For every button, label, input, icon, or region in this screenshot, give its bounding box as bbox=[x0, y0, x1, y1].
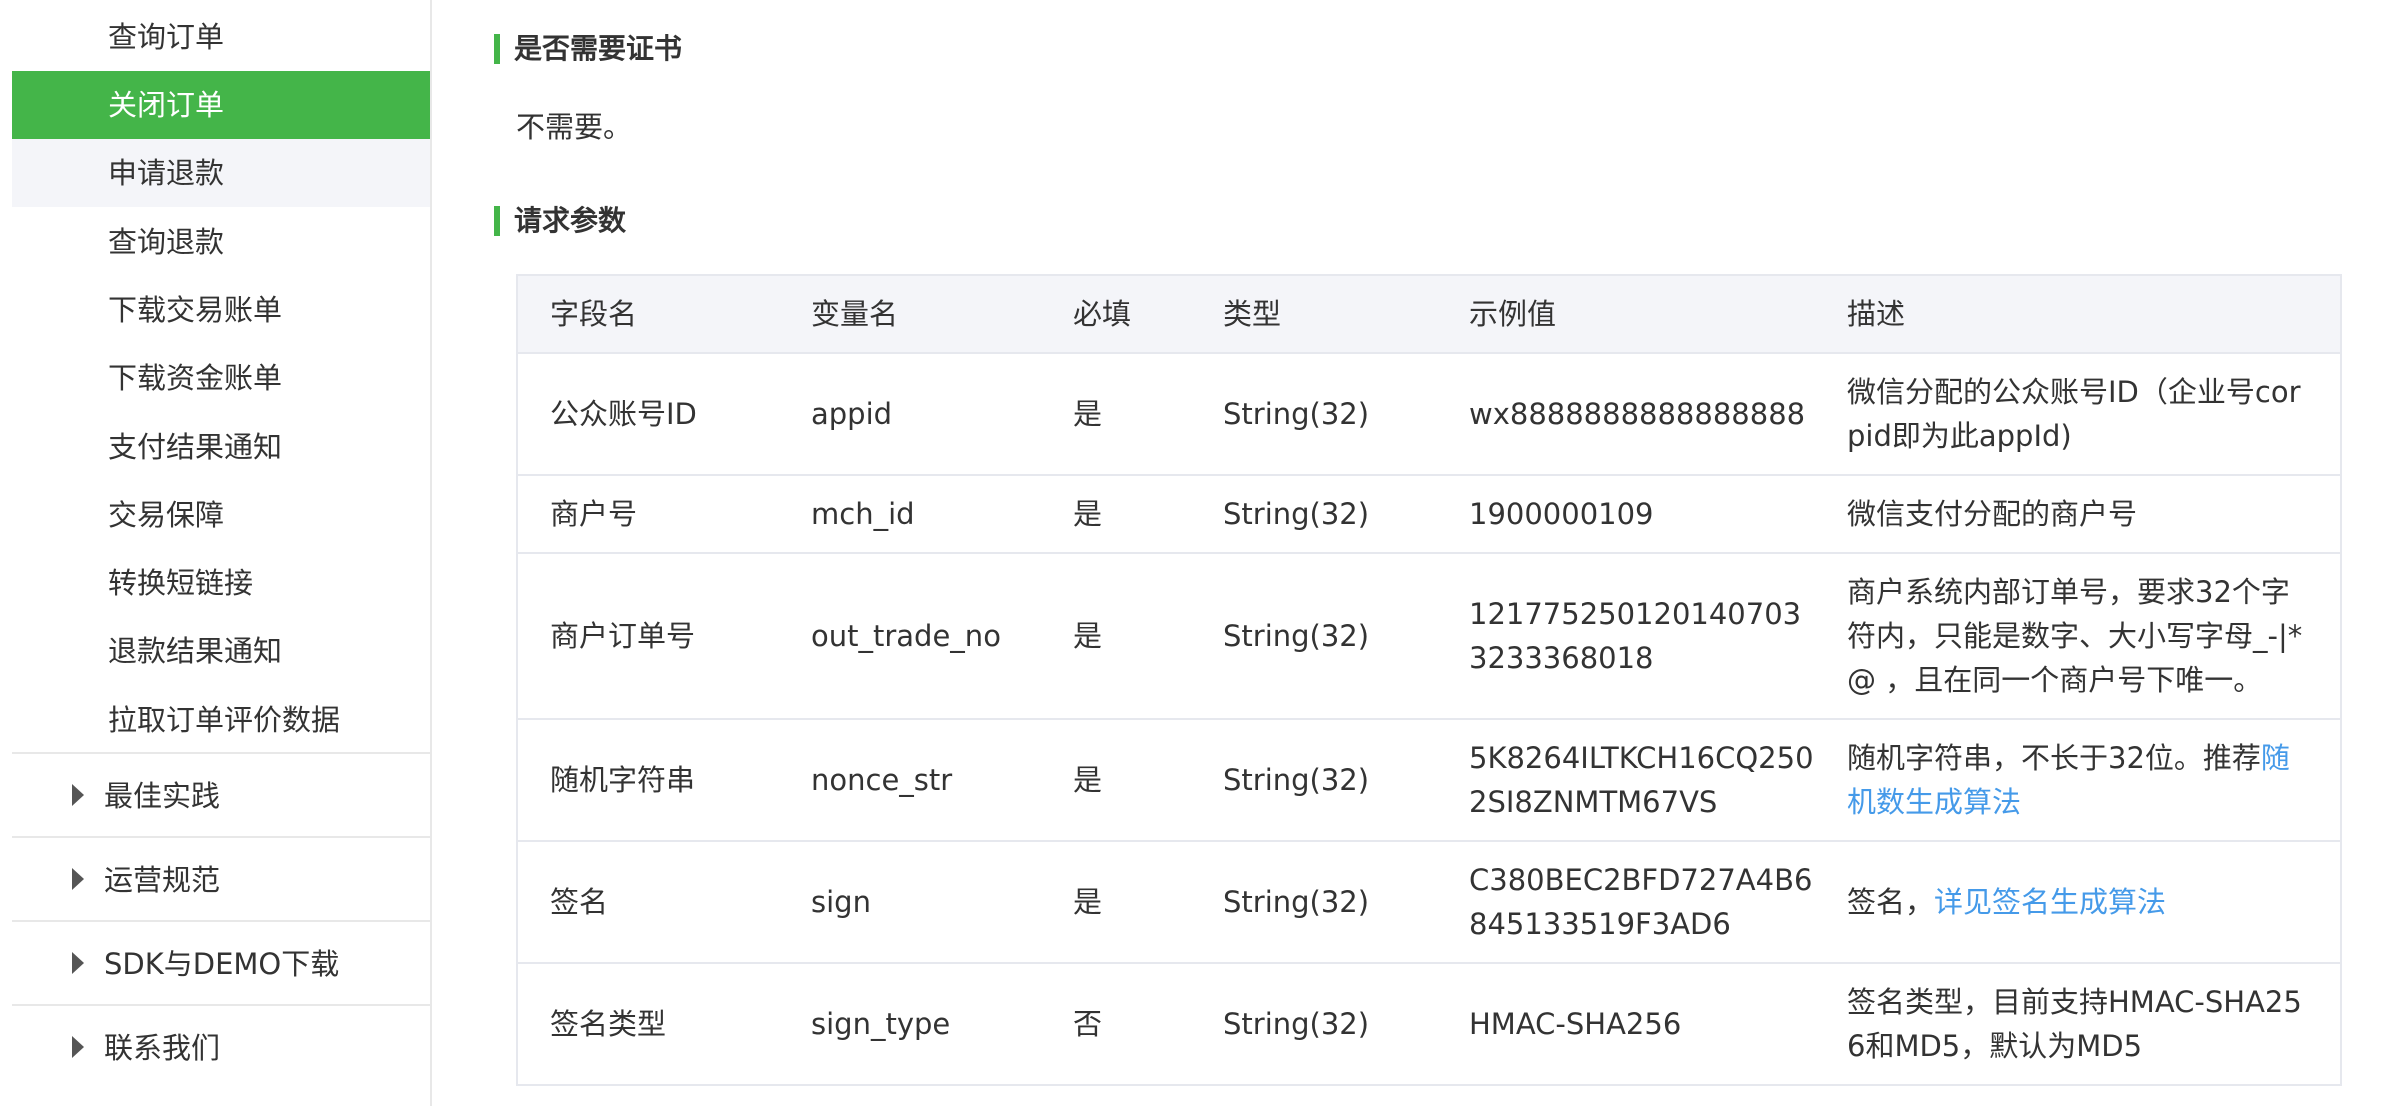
desc-text: 微信支付分配的商户号 bbox=[1847, 497, 2138, 531]
sidebar-item-payment-notify[interactable]: 支付结果通知 bbox=[12, 413, 430, 481]
sidebar-item-download-trade-bill[interactable]: 下载交易账单 bbox=[12, 276, 430, 344]
column-header: 示例值 bbox=[1437, 274, 1815, 354]
desc-text: 微信分配的公众账号ID（企业号corpid即为此appId) bbox=[1847, 375, 2301, 453]
cell-example: 1900000109 bbox=[1437, 474, 1815, 554]
request-params-table: 字段名 变量名 必填 类型 示例值 描述 公众账号ID appid 是 Stri… bbox=[516, 274, 2342, 1086]
cell-required: 否 bbox=[1041, 962, 1191, 1086]
column-header: 必填 bbox=[1041, 274, 1191, 354]
cell-desc: 微信分配的公众账号ID（企业号corpid即为此appId) bbox=[1815, 352, 2342, 476]
cell-example: wx8888888888888888 bbox=[1437, 352, 1815, 476]
cell-type: String(32) bbox=[1191, 962, 1437, 1086]
cell-required: 是 bbox=[1041, 474, 1191, 554]
cell-field: 随机字符串 bbox=[516, 718, 779, 842]
sidebar-item-query-refund[interactable]: 查询退款 bbox=[12, 208, 430, 276]
section-heading-request-params: 请求参数 bbox=[494, 204, 626, 238]
cell-field: 商户订单号 bbox=[516, 552, 779, 720]
cell-field: 公众账号ID bbox=[516, 352, 779, 476]
cell-required: 是 bbox=[1041, 552, 1191, 720]
sidebar-item-short-url[interactable]: 转换短链接 bbox=[12, 549, 430, 617]
sidebar-item-query-order[interactable]: 查询订单 bbox=[12, 3, 430, 71]
cell-var: mch_id bbox=[779, 474, 1041, 554]
sidebar-group-best-practice[interactable]: 最佳实践 bbox=[12, 752, 430, 836]
sidebar-group-sdk-demo[interactable]: SDK与DEMO下载 bbox=[12, 920, 430, 1004]
desc-text: 签名类型，目前支持HMAC-SHA256和MD5，默认为MD5 bbox=[1847, 985, 2302, 1063]
sidebar-item-trade-guarantee[interactable]: 交易保障 bbox=[12, 481, 430, 549]
sidebar-item-close-order[interactable]: 关闭订单 bbox=[12, 71, 430, 139]
cell-type: String(32) bbox=[1191, 352, 1437, 476]
cell-example: HMAC-SHA256 bbox=[1437, 962, 1815, 1086]
cell-var: out_trade_no bbox=[779, 552, 1041, 720]
cell-required: 是 bbox=[1041, 718, 1191, 842]
desc-text: 商户系统内部订单号，要求32个字符内，只能是数字、大小写字母_-|*@ ，且在同… bbox=[1847, 575, 2303, 697]
column-header: 字段名 bbox=[516, 274, 779, 354]
sidebar-group-contact-us[interactable]: 联系我们 bbox=[12, 1004, 430, 1088]
cell-type: String(32) bbox=[1191, 474, 1437, 554]
section-heading-certificate: 是否需要证书 bbox=[494, 32, 682, 66]
cell-example: 1217752501201407033233368018 bbox=[1437, 552, 1815, 720]
sidebar-item-download-fund-bill[interactable]: 下载资金账单 bbox=[12, 344, 430, 412]
column-header: 描述 bbox=[1815, 274, 2342, 354]
cell-example: 5K8264ILTKCH16CQ2502SI8ZNMTM67VS bbox=[1437, 718, 1815, 842]
caret-right-icon bbox=[72, 952, 84, 974]
cell-desc: 商户系统内部订单号，要求32个字符内，只能是数字、大小写字母_-|*@ ，且在同… bbox=[1815, 552, 2342, 720]
cell-type: String(32) bbox=[1191, 552, 1437, 720]
sidebar-group-operation-rules[interactable]: 运营规范 bbox=[12, 836, 430, 920]
sidebar-item-apply-refund[interactable]: 申请退款 bbox=[12, 139, 430, 207]
cell-desc: 随机字符串，不长于32位。推荐随机数生成算法 bbox=[1815, 718, 2342, 842]
cell-type: String(32) bbox=[1191, 718, 1437, 842]
main-content: 是否需要证书 不需要。 请求参数 字段名 变量名 必填 类型 示例值 描述 公众… bbox=[432, 0, 2397, 1106]
cell-field: 商户号 bbox=[516, 474, 779, 554]
column-header: 类型 bbox=[1191, 274, 1437, 354]
sidebar-group-label: 最佳实践 bbox=[104, 779, 221, 813]
certificate-text: 不需要。 bbox=[516, 110, 633, 144]
caret-right-icon bbox=[72, 784, 84, 806]
sidebar-item-order-comments[interactable]: 拉取订单评价数据 bbox=[12, 686, 430, 754]
table-row: 公众账号ID appid 是 String(32) wx888888888888… bbox=[516, 352, 2342, 476]
sidebar-item-refund-notify[interactable]: 退款结果通知 bbox=[12, 617, 430, 685]
cell-var: sign bbox=[779, 840, 1041, 964]
cell-var: sign_type bbox=[779, 962, 1041, 1086]
table-row: 签名类型 sign_type 否 String(32) HMAC-SHA256 … bbox=[516, 962, 2342, 1086]
table-row: 商户订单号 out_trade_no 是 String(32) 12177525… bbox=[516, 552, 2342, 720]
desc-text: 随机字符串，不长于32位。推荐 bbox=[1847, 741, 2261, 775]
cell-type: String(32) bbox=[1191, 840, 1437, 964]
cell-field: 签名 bbox=[516, 840, 779, 964]
table-header-row: 字段名 变量名 必填 类型 示例值 描述 bbox=[516, 274, 2342, 354]
table-row: 随机字符串 nonce_str 是 String(32) 5K8264ILTKC… bbox=[516, 718, 2342, 842]
sidebar-group-label: SDK与DEMO下载 bbox=[104, 947, 340, 981]
cell-required: 是 bbox=[1041, 352, 1191, 476]
cell-desc: 签名，详见签名生成算法 bbox=[1815, 840, 2342, 964]
cell-var: nonce_str bbox=[779, 718, 1041, 842]
caret-right-icon bbox=[72, 868, 84, 890]
cell-desc: 微信支付分配的商户号 bbox=[1815, 474, 2342, 554]
caret-right-icon bbox=[72, 1036, 84, 1058]
sidebar: 查询订单 关闭订单 申请退款 查询退款 下载交易账单 下载资金账单 支付结果通知… bbox=[12, 0, 432, 1106]
sidebar-group-label: 运营规范 bbox=[104, 863, 221, 897]
table-row: 商户号 mch_id 是 String(32) 1900000109 微信支付分… bbox=[516, 474, 2342, 554]
signature-algorithm-link[interactable]: 详见签名生成算法 bbox=[1934, 885, 2166, 919]
cell-example: C380BEC2BFD727A4B6845133519F3AD6 bbox=[1437, 840, 1815, 964]
page: 查询订单 关闭订单 申请退款 查询退款 下载交易账单 下载资金账单 支付结果通知… bbox=[0, 0, 2397, 1106]
desc-text: 签名， bbox=[1847, 885, 1935, 919]
sidebar-group-label: 联系我们 bbox=[104, 1031, 221, 1065]
cell-field: 签名类型 bbox=[516, 962, 779, 1086]
table-row: 签名 sign 是 String(32) C380BEC2BFD727A4B68… bbox=[516, 840, 2342, 964]
cell-required: 是 bbox=[1041, 840, 1191, 964]
column-header: 变量名 bbox=[779, 274, 1041, 354]
cell-var: appid bbox=[779, 352, 1041, 476]
cell-desc: 签名类型，目前支持HMAC-SHA256和MD5，默认为MD5 bbox=[1815, 962, 2342, 1086]
